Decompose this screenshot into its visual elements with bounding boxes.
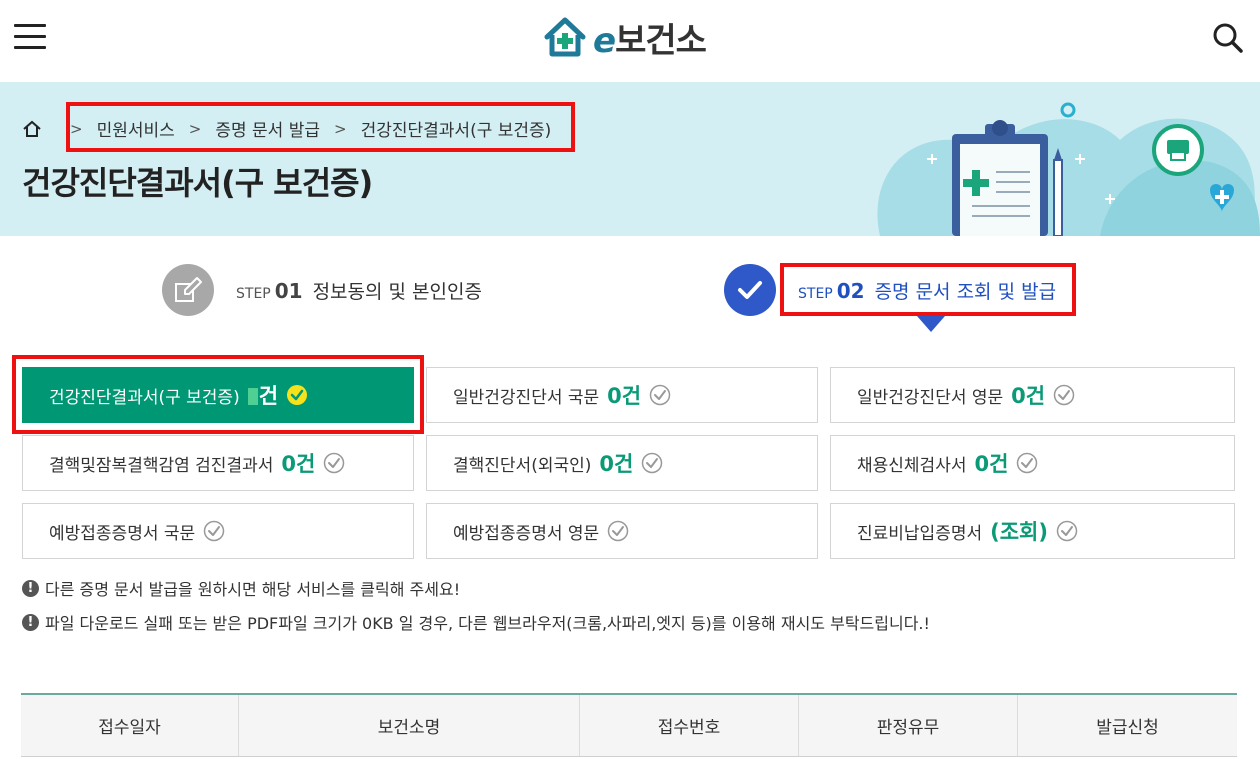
notice-2: ! 파일 다운로드 실패 또는 받은 PDF파일 크기가 0KB 일 경우, 다… <box>22 610 930 634</box>
logo-text: e보건소 <box>593 20 707 61</box>
doc-employment-exam-button[interactable]: 채용신체검사서 0건 <box>830 435 1235 491</box>
step-01: STEP 01 정보동의 및 본인인증 <box>162 264 482 316</box>
doc-count: 0건 <box>1011 384 1046 408</box>
page-title: 건강진단결과서(구 보건증) <box>22 164 373 202</box>
clipboard-illustration <box>877 102 1260 236</box>
doc-label: 결핵진단서(외국인) <box>453 455 592 476</box>
house-cross-logo-icon <box>544 17 586 57</box>
doc-count: 0건 <box>281 452 316 476</box>
step-number: 01 <box>274 278 303 303</box>
doc-count: 0건 <box>974 452 1009 476</box>
check-circle-icon <box>324 452 345 474</box>
check-circle-icon <box>1053 384 1075 406</box>
step-word: STEP <box>236 285 271 302</box>
notice-text: 다른 증명 문서 발급을 원하시면 해당 서비스를 클릭해 주세요! <box>45 580 461 599</box>
check-circle-icon <box>649 384 671 406</box>
step-02-circle <box>724 264 776 316</box>
highlight-box-breadcrumb <box>66 102 575 152</box>
doc-tuberculosis-foreigner-button[interactable]: 결핵진단서(외국인) 0건 <box>426 435 818 491</box>
results-table: 접수일자 보건소명 접수번호 판정유무 발급신청 <box>21 693 1237 757</box>
doc-label: 일반건강진단서 영문 <box>857 387 1004 408</box>
site-header: e보건소 <box>0 0 1260 82</box>
col-issue-request: 발급신청 <box>1096 718 1159 738</box>
highlight-box-step-02 <box>780 263 1076 316</box>
doc-count: 0건 <box>599 452 634 476</box>
check-circle-icon <box>1017 452 1038 474</box>
doc-vaccination-korean-button[interactable]: 예방접종증명서 국문 <box>22 503 414 559</box>
step-01-circle <box>162 264 214 316</box>
notice-1: ! 다른 증명 문서 발급을 원하시면 해당 서비스를 클릭해 주세요! <box>22 576 460 600</box>
doc-tuberculosis-screening-button[interactable]: 결핵및잠복결핵감염 검진결과서 0건 <box>22 435 414 491</box>
col-health-center: 보건소명 <box>239 695 580 756</box>
hamburger-menu-button[interactable] <box>14 24 46 52</box>
doc-count: 0건 <box>607 384 642 408</box>
check-circle-icon <box>642 452 663 474</box>
doc-count: (조회) <box>990 520 1048 544</box>
doc-label: 일반건강진단서 국문 <box>453 387 600 408</box>
doc-label: 예방접종증명서 영문 <box>453 523 600 544</box>
step-01-label: STEP 01 정보동의 및 본인인증 <box>236 277 482 304</box>
pencil-icon <box>175 277 202 302</box>
doc-label: 진료비납입증명서 <box>857 523 983 544</box>
site-logo[interactable]: e보건소 <box>543 14 707 61</box>
doc-general-korean-button[interactable]: 일반건강진단서 국문 0건 <box>426 367 818 423</box>
col-receipt-number: 접수번호 <box>580 695 799 756</box>
home-icon[interactable] <box>22 119 42 139</box>
doc-medical-payment-button[interactable]: 진료비납입증명서 (조회) <box>830 503 1235 559</box>
check-icon <box>738 281 762 299</box>
doc-label: 결핵및잠복결핵감염 검진결과서 <box>49 455 274 476</box>
col-receipt-date: 접수일자 <box>21 695 239 756</box>
exclamation-icon: ! <box>22 579 39 597</box>
exclamation-icon: ! <box>22 613 39 631</box>
search-icon <box>1213 23 1243 53</box>
check-circle-icon <box>203 520 225 542</box>
check-circle-icon <box>607 520 629 542</box>
step-02-pointer <box>917 316 945 332</box>
hamburger-icon <box>14 24 46 27</box>
step-description: 정보동의 및 본인인증 <box>312 280 482 303</box>
page-banner: > 민원서비스 > 증명 문서 발급 > 건강진단결과서(구 보건증) 건강진단… <box>0 82 1260 236</box>
notice-text: 파일 다운로드 실패 또는 받은 PDF파일 크기가 0KB 일 경우, 다른 … <box>45 614 930 633</box>
check-circle-icon <box>1056 520 1078 542</box>
doc-vaccination-english-button[interactable]: 예방접종증명서 영문 <box>426 503 818 559</box>
doc-label: 예방접종증명서 국문 <box>49 523 196 544</box>
table-header-row: 접수일자 보건소명 접수번호 판정유무 발급신청 <box>21 695 1237 757</box>
doc-general-english-button[interactable]: 일반건강진단서 영문 0건 <box>830 367 1235 423</box>
highlight-box-active-doc <box>12 355 424 434</box>
search-button[interactable] <box>1212 22 1244 54</box>
col-judgement: 판정유무 <box>799 695 1018 756</box>
doc-label: 채용신체검사서 <box>857 455 967 476</box>
